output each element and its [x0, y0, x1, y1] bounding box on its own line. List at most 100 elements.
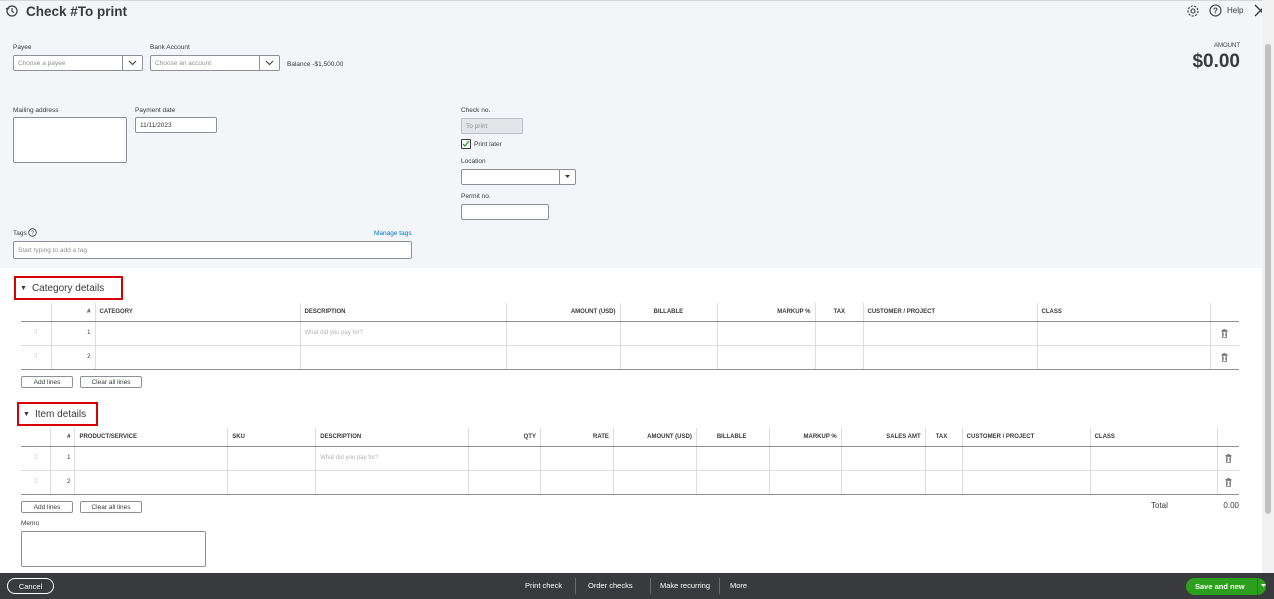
bank-account-label: Bank Account	[150, 44, 190, 51]
location-input[interactable]	[461, 169, 560, 185]
trash-icon[interactable]	[1222, 477, 1235, 487]
rate-cell[interactable]	[539, 446, 614, 471]
sku-cell[interactable]	[227, 470, 316, 495]
category-details-toggle[interactable]: ▼ Category details	[14, 276, 123, 300]
caret-down-icon[interactable]	[560, 169, 576, 185]
markup-cell[interactable]	[716, 321, 815, 346]
divider	[575, 578, 576, 594]
info-icon[interactable]: ?	[28, 228, 37, 239]
item-clear-lines-button[interactable]: Clear all lines	[80, 501, 142, 513]
markup-cell[interactable]	[768, 470, 842, 495]
trash-icon[interactable]	[1215, 328, 1236, 338]
class-cell[interactable]	[1089, 470, 1218, 495]
category-add-lines-button[interactable]: Add lines	[21, 376, 73, 388]
customer-project-cell[interactable]	[862, 321, 1037, 346]
billable-cell[interactable]	[619, 345, 717, 370]
class-cell[interactable]	[1089, 446, 1218, 471]
delete-line-cell[interactable]	[1217, 470, 1239, 495]
description-cell[interactable]	[299, 345, 506, 370]
drag-handle-icon[interactable]: ⁞⁞	[21, 345, 51, 370]
customer-project-cell[interactable]	[862, 345, 1037, 370]
column-header: CLASS	[1036, 303, 1210, 322]
print-check-button[interactable]: Print check	[525, 573, 562, 599]
recent-transactions-icon[interactable]	[5, 4, 19, 20]
sales-amt-cell[interactable]	[840, 446, 926, 471]
customer-project-cell[interactable]	[961, 470, 1091, 495]
trash-icon[interactable]	[1215, 352, 1236, 362]
help-link[interactable]: Help	[1227, 6, 1243, 15]
markup-cell[interactable]	[768, 446, 842, 471]
tax-cell[interactable]	[924, 446, 963, 471]
delete-line-cell[interactable]	[1217, 446, 1239, 471]
gear-icon[interactable]	[1186, 4, 1200, 20]
amount-cell[interactable]	[612, 446, 697, 471]
table-row[interactable]: ⁞⁞ 1 What did you pay for?	[21, 446, 1239, 471]
bank-account-select[interactable]: Choose an account	[150, 55, 280, 71]
caret-down-icon[interactable]	[1260, 583, 1266, 590]
customer-project-cell[interactable]	[961, 446, 1091, 471]
delete-line-cell[interactable]	[1209, 321, 1239, 346]
description-cell[interactable]: What did you pay for?	[299, 321, 506, 346]
bank-account-input[interactable]: Choose an account	[150, 55, 260, 71]
print-later-checkbox[interactable]	[461, 139, 471, 149]
make-recurring-button[interactable]: Make recurring	[660, 573, 710, 599]
delete-line-cell[interactable]	[1209, 345, 1239, 370]
category-cell[interactable]	[94, 345, 300, 370]
chevron-down-icon[interactable]	[260, 55, 280, 71]
more-button[interactable]: More	[730, 573, 747, 599]
tags-input[interactable]: Start typing to add a tag	[13, 241, 412, 259]
amount-cell[interactable]	[505, 321, 620, 346]
description-cell[interactable]	[315, 470, 469, 495]
product-service-cell[interactable]	[74, 446, 228, 471]
vertical-scrollbar[interactable]	[1262, 0, 1274, 573]
category-cell[interactable]	[94, 321, 300, 346]
memo-input[interactable]	[21, 531, 206, 567]
tax-cell[interactable]	[814, 345, 863, 370]
category-clear-lines-button[interactable]: Clear all lines	[80, 376, 142, 388]
tax-cell[interactable]	[924, 470, 963, 495]
billable-cell[interactable]	[619, 321, 717, 346]
sku-cell[interactable]	[227, 446, 316, 471]
triangle-down-icon: ▼	[20, 284, 27, 292]
table-row[interactable]: ⁞⁞ 2	[21, 345, 1239, 370]
drag-handle-icon[interactable]: ⁞⁞	[21, 446, 51, 471]
table-row[interactable]: ⁞⁞ 2	[21, 470, 1239, 495]
cancel-button[interactable]: Cancel	[7, 578, 54, 594]
tax-cell[interactable]	[814, 321, 863, 346]
svg-text:?: ?	[31, 231, 34, 237]
permit-no-input[interactable]	[461, 204, 549, 220]
payee-select[interactable]: Choose a payee	[13, 55, 143, 71]
rate-cell[interactable]	[539, 470, 614, 495]
qty-cell[interactable]	[468, 446, 541, 471]
table-row[interactable]: ⁞⁞ 1 What did you pay for?	[21, 321, 1239, 346]
chevron-down-icon[interactable]	[123, 55, 143, 71]
payee-input[interactable]: Choose a payee	[13, 55, 123, 71]
scrollbar-thumb[interactable]	[1265, 44, 1271, 514]
sales-amt-cell[interactable]	[840, 470, 926, 495]
class-cell[interactable]	[1036, 321, 1210, 346]
column-header: BILLABLE	[695, 428, 770, 447]
qty-cell[interactable]	[468, 470, 541, 495]
amount-cell[interactable]	[505, 345, 620, 370]
billable-cell[interactable]	[695, 446, 770, 471]
trash-icon[interactable]	[1222, 453, 1235, 463]
save-and-new-button[interactable]: Save and new	[1186, 578, 1266, 595]
order-checks-button[interactable]: Order checks	[588, 573, 633, 599]
memo-label: Memo	[21, 520, 40, 527]
mailing-address-input[interactable]	[13, 117, 127, 163]
manage-tags-link[interactable]: Manage tags	[374, 230, 412, 237]
class-cell[interactable]	[1036, 345, 1210, 370]
payment-date-input[interactable]: 11/11/2023	[135, 117, 217, 133]
location-select[interactable]	[461, 169, 576, 185]
product-service-cell[interactable]	[74, 470, 228, 495]
amount-cell[interactable]	[612, 470, 697, 495]
drag-handle-icon[interactable]: ⁞⁞	[21, 321, 51, 346]
item-details-toggle[interactable]: ▼ Item details	[17, 402, 98, 426]
help-icon[interactable]: ?	[1209, 4, 1222, 19]
description-cell[interactable]: What did you pay for?	[315, 446, 469, 471]
markup-cell[interactable]	[716, 345, 815, 370]
item-add-lines-button[interactable]: Add lines	[21, 501, 73, 513]
drag-handle-icon[interactable]: ⁞⁞	[21, 470, 51, 495]
category-details-table: # CATEGORY DESCRIPTION AMOUNT (USD) BILL…	[21, 303, 1239, 370]
billable-cell[interactable]	[695, 470, 770, 495]
